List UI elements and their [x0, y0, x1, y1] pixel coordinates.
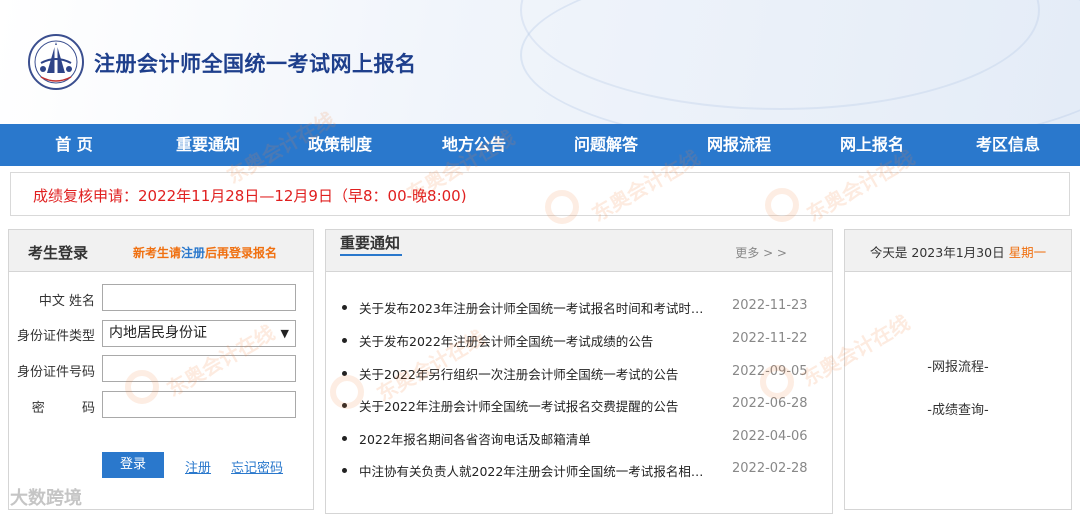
forgot-password-link[interactable]: 忘记密码	[231, 457, 283, 476]
news-panel: 重要通知 更多 > > 关于发布2023年注册会计师全国统一考试报名时间和考试时…	[325, 229, 833, 514]
login-panel-header: 考生登录 新考生请注册后再登录报名	[9, 230, 313, 272]
list-item[interactable]: 2022年报名期间各省咨询电话及邮箱清单 2022-04-06	[342, 429, 822, 449]
nav-faq[interactable]: 问题解答	[540, 124, 672, 166]
tab-important-notices[interactable]: 重要通知	[340, 234, 402, 256]
news-date: 2022-11-23	[732, 298, 808, 313]
notice-text: 成绩复核申请：2022年11月28日—12月9日（早8：00-晚8:00)	[33, 187, 467, 205]
nav-process[interactable]: 网报流程	[673, 124, 805, 166]
site-title: 注册会计师全国统一考试网上报名	[94, 52, 417, 76]
list-item[interactable]: 中注协有关负责人就2022年注册会计师全国统一考试报名相… 2022-02-28	[342, 461, 822, 481]
list-item[interactable]: 关于发布2023年注册会计师全国统一考试报名时间和考试时… 2022-11-23	[342, 298, 822, 318]
news-title[interactable]: 关于2022年另行组织一次注册会计师全国统一考试的公告	[359, 364, 709, 383]
news-title[interactable]: 中注协有关负责人就2022年注册会计师全国统一考试报名相…	[359, 461, 709, 480]
idtype-select[interactable]: 内地居民身份证 ▼	[102, 320, 296, 347]
news-date: 2022-06-28	[732, 396, 808, 411]
login-tip-suffix: 后再登录报名	[205, 246, 278, 260]
nav-home[interactable]: 首 页	[8, 124, 140, 166]
list-item[interactable]: 关于发布2022年注册会计师全国统一考试成绩的公告 2022-11-22	[342, 331, 822, 351]
register-link[interactable]: 注册	[185, 457, 211, 476]
login-title: 考生登录	[28, 244, 89, 262]
nav-notices[interactable]: 重要通知	[142, 124, 274, 166]
bullet-icon	[342, 371, 347, 376]
more-link[interactable]: 更多 > >	[735, 244, 787, 261]
news-date: 2022-09-05	[732, 364, 808, 379]
name-input[interactable]	[102, 284, 296, 311]
login-tip: 新考生请注册后再登录报名	[133, 244, 277, 261]
news-date: 2022-11-22	[732, 331, 808, 346]
password-input[interactable]	[102, 391, 296, 418]
bullet-icon	[342, 436, 347, 441]
dropdown-arrow-icon: ▼	[280, 327, 289, 340]
nav-register[interactable]: 网上报名	[806, 124, 938, 166]
news-panel-header: 重要通知 更多 > >	[326, 230, 832, 272]
process-link[interactable]: -网报流程-	[845, 356, 1071, 375]
list-item[interactable]: 关于2022年另行组织一次注册会计师全国统一考试的公告 2022-09-05	[342, 364, 822, 384]
idno-label: 身份证件号码	[16, 365, 95, 380]
login-button[interactable]: 登录	[102, 452, 164, 478]
site-header: 注册会计师全国统一考试网上报名	[0, 0, 1080, 124]
news-title[interactable]: 关于发布2023年注册会计师全国统一考试报名时间和考试时…	[359, 298, 709, 317]
bullet-icon	[342, 403, 347, 408]
nav-local[interactable]: 地方公告	[408, 124, 540, 166]
side-panel-header: 今天是 2023年1月30日 星期一	[845, 230, 1071, 272]
news-title[interactable]: 关于发布2022年注册会计师全国统一考试成绩的公告	[359, 331, 709, 350]
idtype-value: 内地居民身份证	[109, 325, 207, 341]
login-tip-prefix: 新考生请	[133, 246, 182, 260]
cicpa-logo-icon	[28, 34, 84, 90]
name-label: 中文 姓名	[38, 294, 95, 309]
weekday-text: 星期一	[1008, 245, 1047, 260]
list-item[interactable]: 关于2022年注册会计师全国统一考试报名交费提醒的公告 2022-06-28	[342, 396, 822, 416]
today-date: 今天是 2023年1月30日 星期一	[845, 242, 1071, 261]
news-title[interactable]: 2022年报名期间各省咨询电话及邮箱清单	[359, 429, 709, 448]
idno-input[interactable]	[102, 355, 296, 382]
today-date-text: 今天是 2023年1月30日	[869, 245, 1005, 260]
news-title[interactable]: 关于2022年注册会计师全国统一考试报名交费提醒的公告	[359, 396, 709, 415]
score-query-link[interactable]: -成绩查询-	[845, 399, 1071, 418]
main-nav: 首 页 重要通知 政策制度 地方公告 问题解答 网报流程 网上报名 考区信息	[0, 124, 1080, 166]
nav-exam-area[interactable]: 考区信息	[942, 124, 1074, 166]
side-panel: 今天是 2023年1月30日 星期一 -网报流程- -成绩查询-	[844, 229, 1072, 510]
news-date: 2022-04-06	[732, 429, 808, 444]
login-panel: 考生登录 新考生请注册后再登录报名 中文 姓名 身份证件类型 内地居民身份证 ▼…	[8, 229, 314, 510]
notice-bar: 成绩复核申请：2022年11月28日—12月9日（早8：00-晚8:00)	[10, 172, 1070, 216]
nav-policy[interactable]: 政策制度	[274, 124, 406, 166]
corner-watermark: 大数跨境	[10, 488, 82, 509]
idtype-label: 身份证件类型	[16, 329, 95, 344]
bullet-icon	[342, 338, 347, 343]
password-label: 密 码	[31, 401, 95, 416]
bullet-icon	[342, 305, 347, 310]
news-date: 2022-02-28	[732, 461, 808, 476]
tip-register-link[interactable]: 注册	[181, 246, 205, 260]
bullet-icon	[342, 468, 347, 473]
